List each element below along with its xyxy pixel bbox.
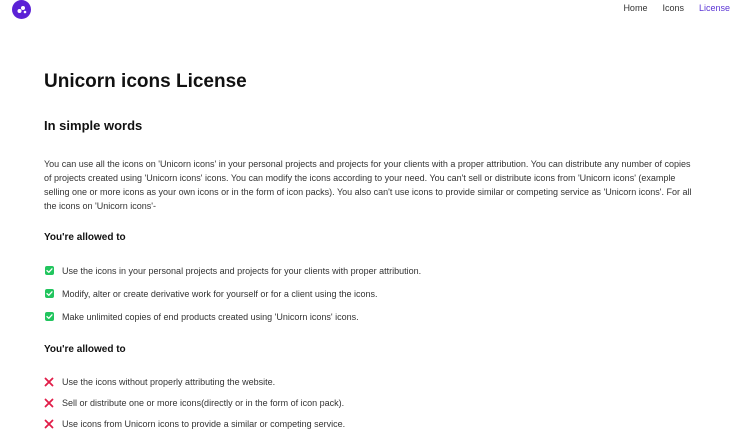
checkbox-checked-icon — [45, 312, 54, 321]
allowed-item-text: Use the icons in your personal projects … — [62, 266, 422, 276]
nav-links: Home Icons License — [608, 3, 730, 13]
not-allowed-item-text: Use the icons without properly attributi… — [62, 377, 276, 387]
allowed-item: Make unlimited copies of end products cr… — [44, 312, 694, 335]
not-allowed-item-text: Use icons from Unicorn icons to provide … — [62, 419, 346, 429]
cross-icon — [44, 398, 54, 408]
allowed-item: Use the icons in your personal projects … — [44, 266, 694, 289]
cross-icon — [44, 419, 54, 429]
section-subtitle: In simple words — [44, 118, 143, 133]
intro-paragraph: You can use all the icons on 'Unicorn ic… — [44, 159, 692, 211]
checkbox-checked-icon — [45, 266, 54, 275]
not-allowed-heading: You're allowed to — [44, 344, 126, 355]
allowed-item-text: Make unlimited copies of end products cr… — [62, 312, 359, 322]
allowed-item-text: Modify, alter or create derivative work … — [62, 289, 378, 299]
page-title: Unicorn icons License — [44, 71, 247, 92]
not-allowed-item: Sell or distribute one or more icons(dir… — [44, 398, 694, 419]
allowed-item: Modify, alter or create derivative work … — [44, 289, 694, 312]
logo-icon[interactable] — [12, 0, 31, 19]
checkbox-checked-icon — [45, 289, 54, 298]
nav-link-icons[interactable]: Icons — [662, 3, 684, 13]
nav-link-license[interactable]: License — [699, 3, 730, 13]
allowed-list: Use the icons in your personal projects … — [44, 266, 694, 335]
main-content: Unicorn icons License In simple words Yo… — [44, 70, 694, 429]
navbar: Home Icons License — [0, 0, 740, 19]
not-allowed-list: Use the icons without properly attributi… — [44, 377, 694, 440]
not-allowed-item: Use the icons without properly attributi… — [44, 377, 694, 398]
cross-icon — [44, 377, 54, 387]
nav-link-home[interactable]: Home — [623, 3, 647, 13]
allowed-heading: You're allowed to — [44, 232, 126, 243]
not-allowed-item-text: Sell or distribute one or more icons(dir… — [62, 398, 345, 408]
